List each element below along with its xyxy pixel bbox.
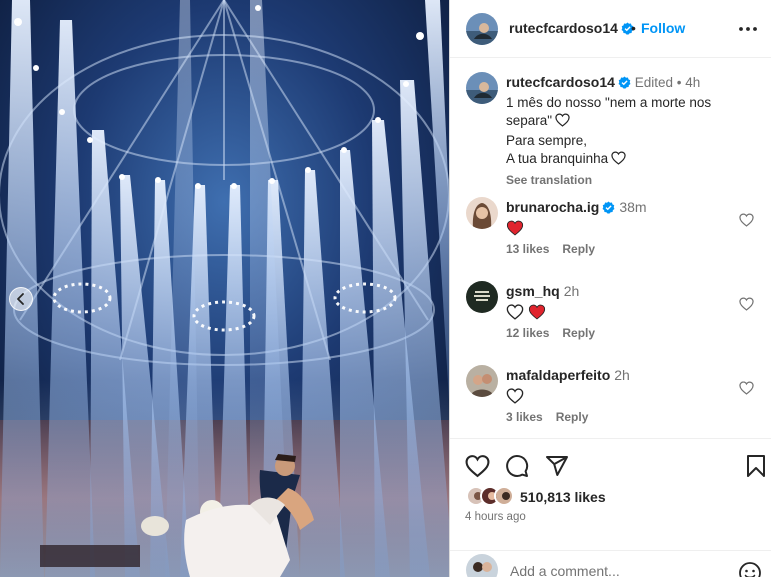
commenter-username[interactable]: mafaldaperfeito [506,367,610,383]
comment-like-button[interactable] [739,213,754,230]
comment-likes-count[interactable]: 13 likes [506,242,549,256]
heart-icon [465,455,490,478]
caption-line-2: Para sempre, [506,133,588,148]
comment-time: 2h [563,283,580,299]
comment-bubble-icon [506,455,529,477]
likes-count[interactable]: 510,813 likes [520,489,606,505]
comment-like-button[interactable] [739,297,754,314]
more-options-button[interactable] [736,19,760,39]
add-comment-bar [450,550,771,577]
white-heart-icon [611,151,626,170]
comment-item: brunarocha.ig 38m 13 likes Reply [450,197,771,277]
bookmark-icon [747,455,765,477]
heart-outline-icon [739,381,754,395]
white-heart-icon [555,113,570,132]
comment-button[interactable] [505,454,529,481]
chevron-left-icon [17,293,24,305]
header-separator: • [631,20,636,36]
post-header: rutecfcardoso14 • Follow [450,0,771,58]
author-username[interactable]: rutecfcardoso14 [509,20,634,38]
comment-time: 38m [619,199,647,215]
commenter-avatar[interactable] [466,281,498,313]
current-user-avatar [466,554,498,577]
commenter-avatar[interactable] [466,365,498,397]
white-heart-icon [506,304,524,320]
wedding-photo [0,0,449,577]
red-heart-icon [506,220,524,236]
share-button[interactable] [545,454,569,481]
comment-likes-count[interactable]: 12 likes [506,326,549,340]
heart-outline-icon [739,213,754,227]
comment-likes-count[interactable]: 3 likes [506,410,543,424]
emoji-picker-button[interactable] [738,561,762,577]
post-time: 4 hours ago [465,511,526,523]
liker-avatar [494,486,514,506]
comment-time: 2h [614,367,630,383]
comment-reply-button[interactable]: Reply [562,242,595,256]
ellipsis-icon [739,27,757,31]
heart-outline-icon [739,297,754,311]
comment-like-button[interactable] [739,381,754,398]
see-translation-link[interactable]: See translation [506,171,758,189]
caption-author-avatar[interactable] [466,72,498,104]
add-comment-input[interactable] [510,563,720,577]
commenter-username[interactable]: brunarocha.ig [506,199,599,215]
commenter-username[interactable]: gsm_hq [506,283,560,299]
comment-reply-button[interactable]: Reply [556,410,589,424]
carousel-previous-button[interactable] [9,287,33,311]
caption-body: rutecfcardoso14 Edited • 4h 1 mês do nos… [506,73,758,189]
comment-text [506,304,546,323]
comment-text [506,220,524,239]
post-image[interactable] [0,0,449,577]
post-side-panel: rutecfcardoso14 • Follow rutecfcardoso14… [449,0,771,577]
red-heart-icon [528,304,545,320]
caption-line-3: A tua branquinha [506,151,609,166]
comment-item: gsm_hq 2h 12 likes Reply [450,281,771,361]
comment-item: mafaldaperfeito 2h 3 likes Reply [450,365,771,445]
white-heart-icon [506,388,524,404]
paper-plane-icon [546,456,568,476]
caption-username[interactable]: rutecfcardoso14 [506,74,615,90]
like-button[interactable] [465,454,490,481]
save-button[interactable] [746,454,766,481]
verified-badge-icon [618,76,631,94]
author-avatar[interactable] [466,13,498,45]
follow-button[interactable]: Follow [641,20,685,36]
caption-meta: Edited • 4h [634,75,701,90]
comment-text [506,388,524,407]
post-actions: 510,813 likes 4 hours ago [450,438,771,577]
comment-reply-button[interactable]: Reply [562,326,595,340]
commenter-avatar[interactable] [466,197,498,229]
smiley-icon [739,562,761,577]
verified-badge-icon [602,201,615,217]
caption-line-1: 1 mês do nosso "nem a morte nos separa" [506,95,712,128]
